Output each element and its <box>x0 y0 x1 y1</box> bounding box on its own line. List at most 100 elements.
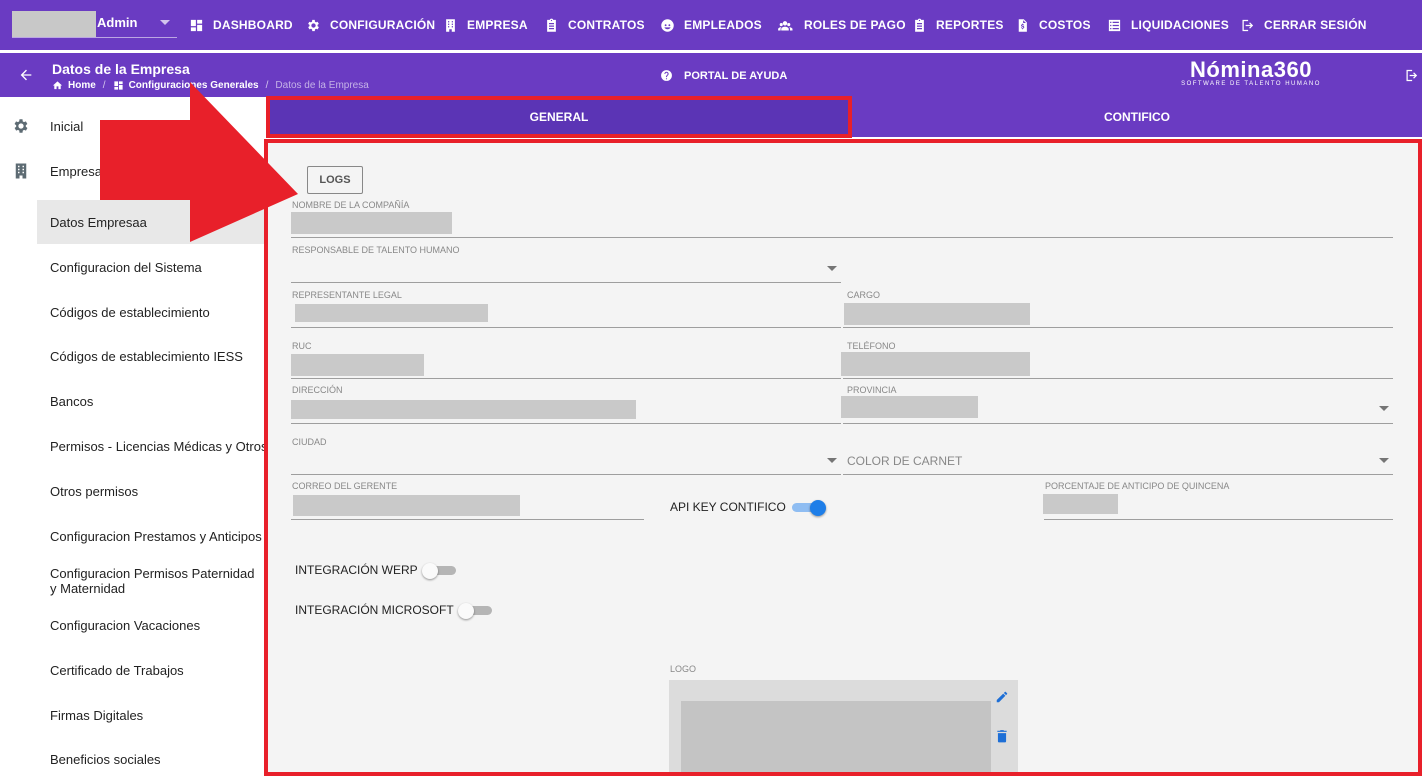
nav-costos-label: COSTOS <box>1039 18 1091 32</box>
toggle-label: INTEGRACIÓN WERP <box>295 563 418 577</box>
sidebar-item-codigos-iess[interactable]: Códigos de establecimiento IESS <box>0 334 264 378</box>
sidebar-item-empresa[interactable]: Empresa <box>0 149 264 193</box>
address-field[interactable]: DIRECCIÓN <box>291 385 841 424</box>
gear-icon <box>14 119 28 133</box>
manager-email-field[interactable]: CORREO DEL GERENTE <box>291 481 644 520</box>
field-label: REPRESENTANTE LEGAL <box>292 290 402 300</box>
building-icon <box>446 18 455 32</box>
api-key-contifico-toggle[interactable]: API KEY CONTIFICO <box>670 500 826 516</box>
nav-reportes-label: REPORTES <box>936 18 1004 32</box>
breadcrumb-separator: / <box>102 80 106 91</box>
sidebar-item-prestamos-anticipos[interactable]: Configuracion Prestamos y Anticipos <box>0 514 264 558</box>
sidebar-item-label: Datos Empresaa <box>50 214 147 230</box>
breadcrumb-current: Datos de la Empresa <box>275 80 369 91</box>
help-portal-link[interactable]: PORTAL DE AYUDA <box>660 69 787 82</box>
chevron-down-icon <box>160 20 170 25</box>
advance-percentage-field[interactable]: PORCENTAJE DE ANTICIPO DE QUINCENA <box>1043 481 1393 520</box>
werp-integration-toggle[interactable]: INTEGRACIÓN WERP <box>295 563 458 579</box>
help-icon <box>661 70 672 81</box>
field-value-redacted <box>841 396 978 418</box>
position-field[interactable]: CARGO <box>843 290 1393 328</box>
dashboard-icon <box>113 81 123 90</box>
tab-general[interactable]: GENERAL <box>266 97 852 137</box>
company-name-field[interactable]: NOMBRE DE LA COMPAÑÍA <box>291 200 1393 238</box>
legal-representative-field[interactable]: REPRESENTANTE LEGAL <box>291 290 841 328</box>
nav-empleados-label: EMPLEADOS <box>684 18 762 32</box>
sidebar-item-label: Empresa <box>50 163 103 179</box>
logo-image-redacted <box>681 701 991 776</box>
sidebar-item-otros-permisos[interactable]: Otros permisos <box>0 469 264 513</box>
nav-liquidaciones[interactable]: LIQUIDACIONES <box>1107 0 1229 50</box>
field-label: CIUDAD <box>292 437 327 447</box>
brand-tagline: SOFTWARE DE TALENTO HUMANO <box>1181 81 1321 87</box>
sidebar-item-firmas-digitales[interactable]: Firmas Digitales <box>0 693 264 737</box>
province-select[interactable]: PROVINCIA <box>841 385 1393 424</box>
tab-bar: GENERAL CONTIFICO <box>266 97 1422 137</box>
clipboard-icon <box>547 18 556 32</box>
field-value-redacted <box>844 303 1030 325</box>
nav-contratos-label: CONTRATOS <box>568 18 645 32</box>
phone-field[interactable]: TELÉFONO <box>841 341 1393 379</box>
brand-name: Nómina360 <box>1190 57 1312 82</box>
sidebar-item-permisos-paternidad[interactable]: Configuracion Permisos Paternidad y Mate… <box>0 559 264 603</box>
field-label: DIRECCIÓN <box>292 385 343 395</box>
sidebar-item-inicial[interactable]: Inicial <box>0 104 264 148</box>
logs-button[interactable]: LOGS <box>307 166 363 194</box>
sidebar-item-certificado-trabajos[interactable]: Certificado de Trabajos <box>0 648 264 692</box>
nav-roles-de-pago-label: ROLES DE PAGO <box>804 18 906 32</box>
nav-configuracion-label: CONFIGURACIÓN <box>330 18 436 32</box>
trash-icon[interactable] <box>996 729 1008 743</box>
sidebar-item-vacaciones[interactable]: Configuracion Vacaciones <box>0 603 264 647</box>
breadcrumb-home[interactable]: Home <box>68 80 96 91</box>
sidebar-item-label: Certificado de Trabajos <box>50 662 184 678</box>
city-select[interactable]: CIUDAD <box>291 437 841 475</box>
logout-icon[interactable] <box>1404 68 1419 83</box>
microsoft-integration-toggle[interactable]: INTEGRACIÓN MICROSOFT <box>295 603 494 619</box>
toggle-switch[interactable] <box>421 563 458 579</box>
nav-reportes[interactable]: REPORTES <box>912 0 1004 50</box>
breadcrumb-section[interactable]: Configuraciones Generales <box>129 80 259 91</box>
logo-upload <box>669 680 1018 776</box>
field-label: PROVINCIA <box>847 385 897 395</box>
user-name: Admin <box>97 15 138 30</box>
pencil-icon[interactable] <box>995 690 1009 704</box>
back-arrow-icon[interactable] <box>18 67 34 83</box>
ruc-field[interactable]: RUC <box>291 341 841 379</box>
nav-empresa[interactable]: EMPRESA <box>443 0 528 50</box>
sidebar-item-label: Beneficios sociales <box>50 751 161 767</box>
breadcrumb-separator: / <box>265 80 269 91</box>
toggle-switch[interactable] <box>457 603 494 619</box>
building-icon <box>15 163 27 179</box>
hr-manager-select[interactable]: RESPONSABLE DE TALENTO HUMANO <box>291 245 841 283</box>
sidebar-item-label: Inicial <box>50 118 84 134</box>
sidebar-item-datos-empresa[interactable]: Datos Empresaa <box>37 200 264 244</box>
nav-costos[interactable]: COSTOS <box>1015 0 1091 50</box>
sidebar-item-codigos-establecimiento[interactable]: Códigos de establecimiento <box>0 290 264 334</box>
sidebar-item-label: Configuracion Prestamos y Anticipos <box>50 528 262 544</box>
toggle-switch[interactable] <box>791 500 826 516</box>
sidebar-item-beneficios-sociales[interactable]: Beneficios sociales <box>0 737 264 776</box>
field-value-redacted <box>291 212 452 234</box>
list-icon <box>1108 19 1121 31</box>
company-form: LOGS NOMBRE DE LA COMPAÑÍA RESPONSABLE D… <box>266 140 1422 776</box>
sidebar-item-configuracion-sistema[interactable]: Configuracion del Sistema <box>0 245 264 289</box>
dashboard-icon <box>190 19 203 31</box>
sidebar-item-label: Códigos de establecimiento IESS <box>50 348 243 364</box>
nav-cerrar-sesion[interactable]: CERRAR SESIÓN <box>1240 0 1367 50</box>
tab-contifico[interactable]: CONTIFICO <box>852 97 1422 137</box>
sidebar-item-bancos[interactable]: Bancos <box>0 379 264 423</box>
nav-dashboard[interactable]: DASHBOARD <box>189 0 293 50</box>
nav-configuracion[interactable]: CONFIGURACIÓN <box>306 0 435 50</box>
nav-empleados[interactable]: EMPLEADOS <box>660 0 762 50</box>
card-color-select[interactable]: COLOR DE CARNET <box>843 437 1393 475</box>
nav-roles-de-pago[interactable]: ROLES DE PAGO <box>775 0 906 50</box>
breadcrumb: Home / Configuraciones Generales / Datos… <box>52 80 369 91</box>
sidebar-item-label: Códigos de establecimiento <box>50 304 210 320</box>
sidebar-item-label: Firmas Digitales <box>50 707 144 723</box>
page-title: Datos de la Empresa <box>52 61 190 77</box>
field-label: TELÉFONO <box>847 341 896 351</box>
nav-contratos[interactable]: CONTRATOS <box>544 0 645 50</box>
user-menu[interactable]: Admin <box>12 8 177 38</box>
group-icon <box>778 20 793 30</box>
sidebar-item-permisos-licencias[interactable]: Permisos - Licencias Médicas y Otros <box>0 424 267 468</box>
